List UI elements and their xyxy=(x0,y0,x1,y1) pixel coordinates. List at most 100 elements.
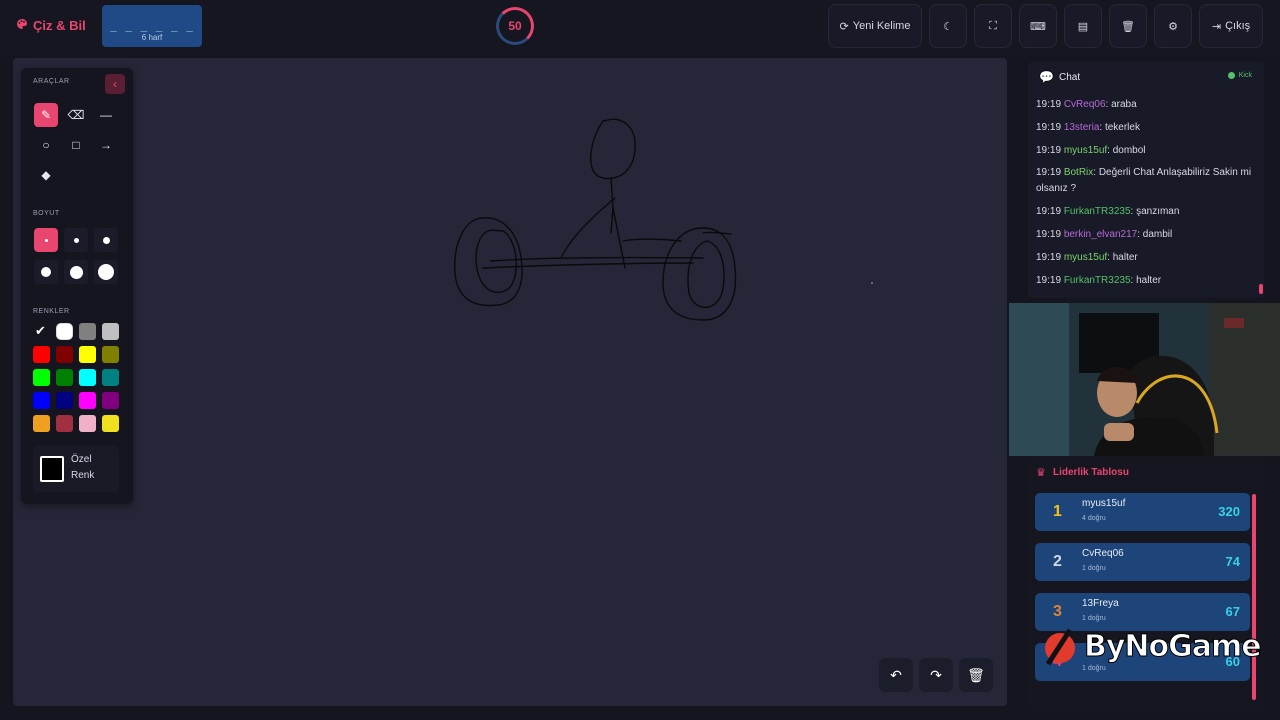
chat-message: 19:19 berkin_elvan217: dambil xyxy=(1036,227,1256,243)
fill-tool[interactable]: ◆ xyxy=(34,163,58,187)
color-swatch[interactable] xyxy=(102,346,119,363)
chat-time: 19:19 xyxy=(1036,275,1062,286)
color-swatch[interactable] xyxy=(56,346,73,363)
new-word-label: Yeni Kelime xyxy=(852,20,911,32)
correct-count: 1 doğru xyxy=(1082,565,1106,572)
dark-mode-button[interactable]: ☾ xyxy=(929,4,967,48)
fullscreen-button[interactable]: ⛶ xyxy=(974,4,1012,48)
chat-message: 19:19 FurkanTR3235: halter xyxy=(1036,273,1256,289)
word-length: 6 harf xyxy=(141,33,163,42)
color-swatch[interactable] xyxy=(102,323,119,340)
custom-color-label-1: Özel xyxy=(71,454,92,465)
archive-button[interactable]: ▤ xyxy=(1064,4,1102,48)
new-word-button[interactable]: ⟳ Yeni Kelime xyxy=(828,4,922,48)
undo-button[interactable]: ↶ xyxy=(879,658,913,692)
collapse-button[interactable]: ‹ xyxy=(105,74,125,94)
color-swatch[interactable] xyxy=(56,369,73,386)
crown-icon: ♛ xyxy=(1036,467,1046,479)
brush-tool[interactable]: ✎ xyxy=(34,103,58,127)
size-option-4[interactable] xyxy=(34,260,58,284)
color-swatch[interactable] xyxy=(56,392,73,409)
size-option-6[interactable] xyxy=(94,260,118,284)
refresh-icon: ⟳ xyxy=(839,20,849,33)
chat-scrollbar[interactable] xyxy=(1259,284,1263,294)
keyboard-button[interactable]: ⌨ xyxy=(1019,4,1057,48)
word-hint-box: _ _ _ _ _ _ 6 harf xyxy=(102,5,202,47)
trash-icon: 🗑 xyxy=(1121,20,1135,33)
color-swatch[interactable] xyxy=(102,392,119,409)
arrow-tool[interactable]: → xyxy=(94,133,118,157)
clear-canvas-button[interactable]: 🗑 xyxy=(959,658,993,692)
rank-number: 1 xyxy=(1053,503,1062,520)
archive-icon: ▤ xyxy=(1077,20,1089,33)
size-option-3[interactable] xyxy=(94,228,118,252)
chat-user[interactable]: 13steria xyxy=(1064,122,1100,133)
color-swatch[interactable] xyxy=(79,415,96,432)
chat-user[interactable]: FurkanTR3235 xyxy=(1064,206,1131,217)
arrow-icon: → xyxy=(100,138,112,152)
size-option-1[interactable] xyxy=(34,228,58,252)
chat-text: : halter xyxy=(1130,275,1162,286)
kick-label: Kick xyxy=(1238,72,1252,79)
exit-label: Çıkış xyxy=(1225,20,1251,32)
exit-button[interactable]: ⇥ Çıkış xyxy=(1199,4,1263,48)
chat-text: : tekerlek xyxy=(1099,122,1140,133)
player-name: 13Freya xyxy=(1082,598,1119,609)
color-swatch[interactable] xyxy=(33,415,50,432)
check-icon: ✔ xyxy=(35,323,46,338)
size-option-2[interactable] xyxy=(64,228,88,252)
expand-icon: ⛶ xyxy=(989,19,997,32)
color-swatch[interactable] xyxy=(56,415,73,432)
player-score: 74 xyxy=(1225,554,1240,569)
settings-button[interactable]: ⚙ xyxy=(1154,4,1192,48)
top-bar: Çiz & Bil _ _ _ _ _ _ 6 harf 50 ⟳ Yeni K… xyxy=(0,0,1280,52)
size-option-5[interactable] xyxy=(64,260,88,284)
chat-user[interactable]: myus15uf xyxy=(1064,252,1107,263)
fill-icon: ◆ xyxy=(41,168,51,182)
custom-color-preview xyxy=(40,456,64,482)
color-swatch[interactable] xyxy=(79,323,96,340)
color-swatch[interactable] xyxy=(33,369,50,386)
eraser-icon: ⌫ xyxy=(67,108,85,122)
eraser-tool[interactable]: ⌫ xyxy=(64,103,88,127)
chat-message: 19:19 myus15uf: halter xyxy=(1036,250,1256,266)
chat-time: 19:19 xyxy=(1036,167,1062,178)
color-swatch[interactable] xyxy=(56,323,73,340)
rank-number: 3 xyxy=(1053,603,1062,620)
chat-user[interactable]: myus15uf xyxy=(1064,145,1107,156)
chat-user[interactable]: berkin_elvan217 xyxy=(1064,229,1137,240)
color-swatch[interactable] xyxy=(33,392,50,409)
palette-icon xyxy=(16,18,28,33)
color-swatch[interactable] xyxy=(33,346,50,363)
color-swatch[interactable] xyxy=(79,369,96,386)
line-icon: — xyxy=(100,108,112,122)
brand: Çiz & Bil xyxy=(16,18,86,33)
line-tool[interactable]: — xyxy=(94,103,118,127)
color-swatch[interactable] xyxy=(102,415,119,432)
color-swatch[interactable] xyxy=(79,392,96,409)
chat-user[interactable]: FurkanTR3235 xyxy=(1064,275,1131,286)
chat-time: 19:19 xyxy=(1036,206,1062,217)
chat-text: : dambil xyxy=(1137,229,1173,240)
chat-user[interactable]: BotRix xyxy=(1064,167,1093,178)
square-tool[interactable]: □ xyxy=(64,133,88,157)
circle-tool[interactable]: ○ xyxy=(34,133,58,157)
custom-color-button[interactable]: Özel Renk xyxy=(33,446,119,492)
chat-text: : halter xyxy=(1107,252,1138,263)
chat-time: 19:19 xyxy=(1036,122,1062,133)
redo-button[interactable]: ↷ xyxy=(919,658,953,692)
chat-user[interactable]: CvReq06 xyxy=(1064,99,1106,110)
kick-status: Kick xyxy=(1227,72,1252,79)
color-swatch[interactable] xyxy=(79,346,96,363)
player-score: 320 xyxy=(1218,504,1240,519)
delete-button[interactable]: 🗑 xyxy=(1109,4,1147,48)
player-name: myus15uf xyxy=(1082,498,1126,509)
leaderboard-panel: ♛ Liderlik Tablosu 1 myus15uf 4 doğru 320 2 C… xyxy=(1028,460,1264,710)
status-dot xyxy=(1227,72,1235,79)
color-swatch[interactable]: ✔ xyxy=(33,323,50,340)
bynogame-watermark: ByNoGame xyxy=(1040,622,1262,670)
chat-text: : dombol xyxy=(1107,145,1146,156)
color-swatch[interactable] xyxy=(102,369,119,386)
drawing-canvas[interactable] xyxy=(13,58,1007,706)
sign-out-icon: ⇥ xyxy=(1211,20,1222,33)
